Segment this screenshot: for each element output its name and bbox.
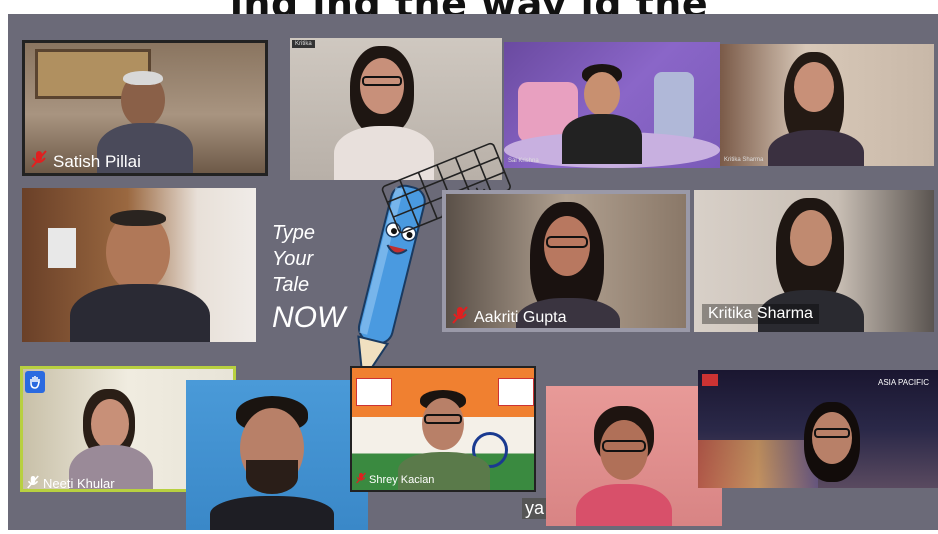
event-caption: Type Your Tale NOW	[272, 222, 346, 334]
video-grid: Satish Pillai Kritika Sai Krishna Kritik…	[8, 14, 938, 530]
small-label: Kritika	[292, 40, 315, 48]
muted-mic-icon	[452, 306, 468, 328]
name-tag-neeti: Neeti Khular	[27, 475, 115, 489]
partial-name-tag: ya	[522, 498, 548, 519]
name-tag-shrey: Shrey Kacian	[356, 472, 434, 487]
video-tile-pink[interactable]	[546, 386, 722, 526]
muted-mic-icon	[27, 475, 39, 489]
video-tile-shrey[interactable]: Shrey Kacian	[350, 366, 536, 492]
logo-badge	[356, 378, 392, 406]
video-tile-cartoon[interactable]: Sai Krishna	[504, 42, 720, 168]
logo-badge	[702, 374, 718, 386]
special-olympics-logo: ASIA PACIFIC	[878, 378, 929, 387]
name-tag-aakriti: Aakriti Gupta	[452, 306, 566, 328]
video-tile-asia-pacific[interactable]: ASIA PACIFIC	[698, 370, 938, 488]
name-tag-kritika: Kritika Sharma	[702, 304, 819, 324]
name-tag-satish: Satish Pillai	[31, 150, 141, 173]
video-tile-aakriti[interactable]: Aakriti Gupta	[442, 190, 690, 332]
muted-mic-icon	[356, 472, 366, 487]
video-tile-right-top[interactable]: Kritika Sharma	[720, 44, 934, 166]
small-label: Kritika Sharma	[724, 157, 764, 163]
video-tile-kritika[interactable]: Kritika Sharma	[694, 190, 934, 332]
video-tile-satish[interactable]: Satish Pillai	[22, 40, 268, 176]
logo-badge	[498, 378, 534, 406]
raised-hand-icon	[25, 371, 45, 393]
muted-mic-icon	[31, 150, 47, 173]
video-tile-older-man[interactable]	[22, 188, 256, 342]
video-tile-bearded[interactable]	[186, 380, 368, 530]
